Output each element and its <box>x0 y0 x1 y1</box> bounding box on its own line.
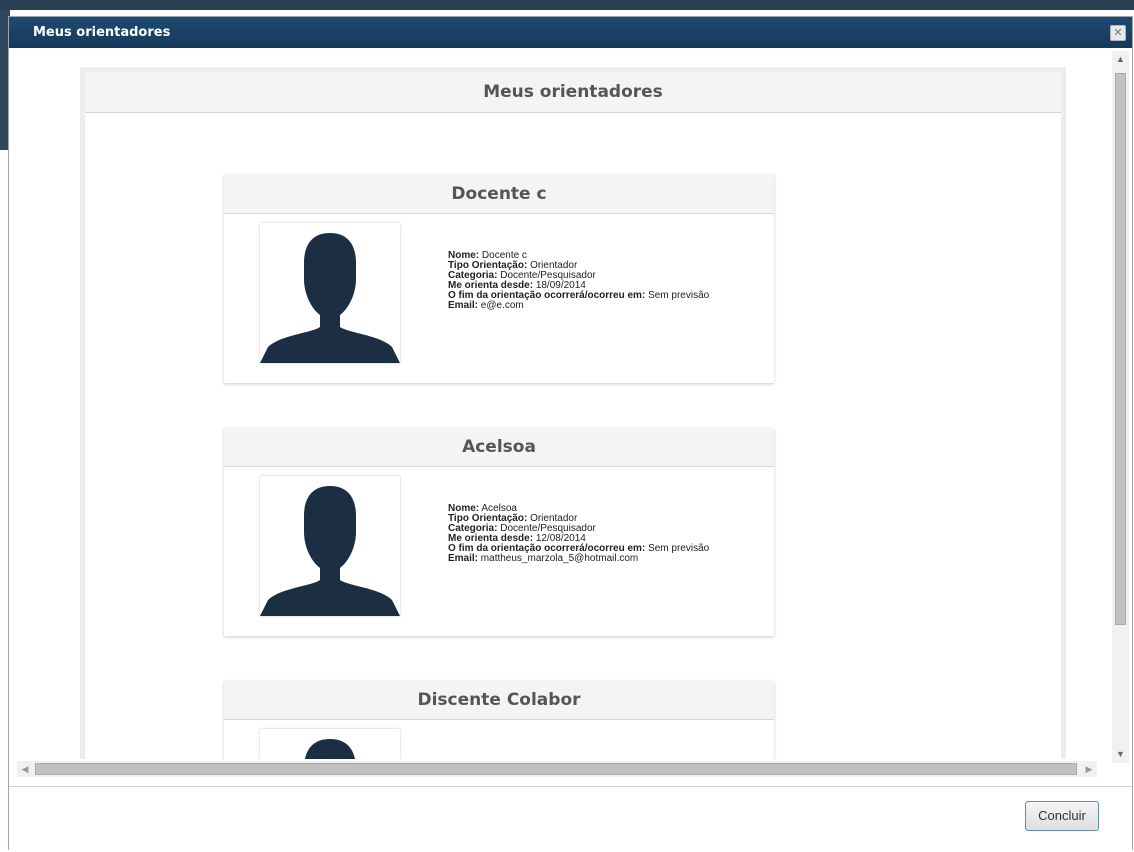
dialog-title: Meus orientadores <box>33 25 171 40</box>
advisor-card: Acelsoa Nome: Acelsoa Tipo Orientação: Ori… <box>224 428 774 636</box>
advisor-photo <box>260 729 400 759</box>
scroll-right-icon[interactable]: ▶ <box>1081 761 1097 777</box>
user-silhouette-icon <box>260 729 400 759</box>
detail-label: Email: <box>448 300 479 311</box>
detail-value: mattheus_marzola_5@hotmail.com <box>480 553 639 564</box>
user-silhouette-icon <box>260 223 400 363</box>
close-icon: ✕ <box>1113 27 1123 39</box>
detail-label: Email: <box>448 553 479 564</box>
backdrop-top <box>0 0 1134 10</box>
horizontal-scrollbar[interactable]: ◀ ▶ <box>17 761 1097 777</box>
vertical-scrollbar[interactable]: ▲ ▼ <box>1112 51 1129 763</box>
advisor-name: Docente c <box>224 175 774 214</box>
scroll-left-icon[interactable]: ◀ <box>17 761 33 777</box>
scroll-up-icon[interactable]: ▲ <box>1112 51 1129 68</box>
dialog-titlebar[interactable]: Meus orientadores ✕ <box>9 17 1132 48</box>
dialog-footer: Concluir <box>9 786 1132 851</box>
detail-row: Email: mattheus_marzola_5@hotmail.com <box>448 554 709 564</box>
advisor-details: Nome: Acelsoa Tipo Orientação: Orientador… <box>448 504 709 564</box>
detail-value: Sem previsão <box>648 290 710 301</box>
dialog-content: Meus orientadores Docente c Nome: Docente… <box>10 49 1110 759</box>
advisor-name: Discente Colabor <box>224 681 774 720</box>
advisor-name: Acelsoa <box>224 428 774 467</box>
advisor-card: Discente Colabor <box>224 681 774 759</box>
vertical-scroll-thumb[interactable] <box>1115 73 1126 625</box>
detail-row: Email: e@e.com <box>448 301 709 311</box>
advisors-panel: Meus orientadores <box>80 67 1066 759</box>
detail-value: Sem previsão <box>648 543 710 554</box>
advisor-photo <box>260 223 400 363</box>
user-silhouette-icon <box>260 476 400 616</box>
advisors-dialog: Meus orientadores ✕ Meus orientadores Do… <box>8 16 1133 851</box>
scroll-down-icon[interactable]: ▼ <box>1112 746 1129 763</box>
close-button[interactable]: ✕ <box>1110 25 1126 41</box>
horizontal-scroll-thumb[interactable] <box>35 763 1077 775</box>
concluir-button[interactable]: Concluir <box>1025 801 1099 831</box>
advisor-photo <box>260 476 400 616</box>
advisor-card: Docente c Nome: Docente c Tipo Orientação:… <box>224 175 774 383</box>
detail-value: e@e.com <box>480 300 524 311</box>
panel-title: Meus orientadores <box>85 72 1061 113</box>
advisor-details: Nome: Docente c Tipo Orientação: Orientad… <box>448 251 709 311</box>
